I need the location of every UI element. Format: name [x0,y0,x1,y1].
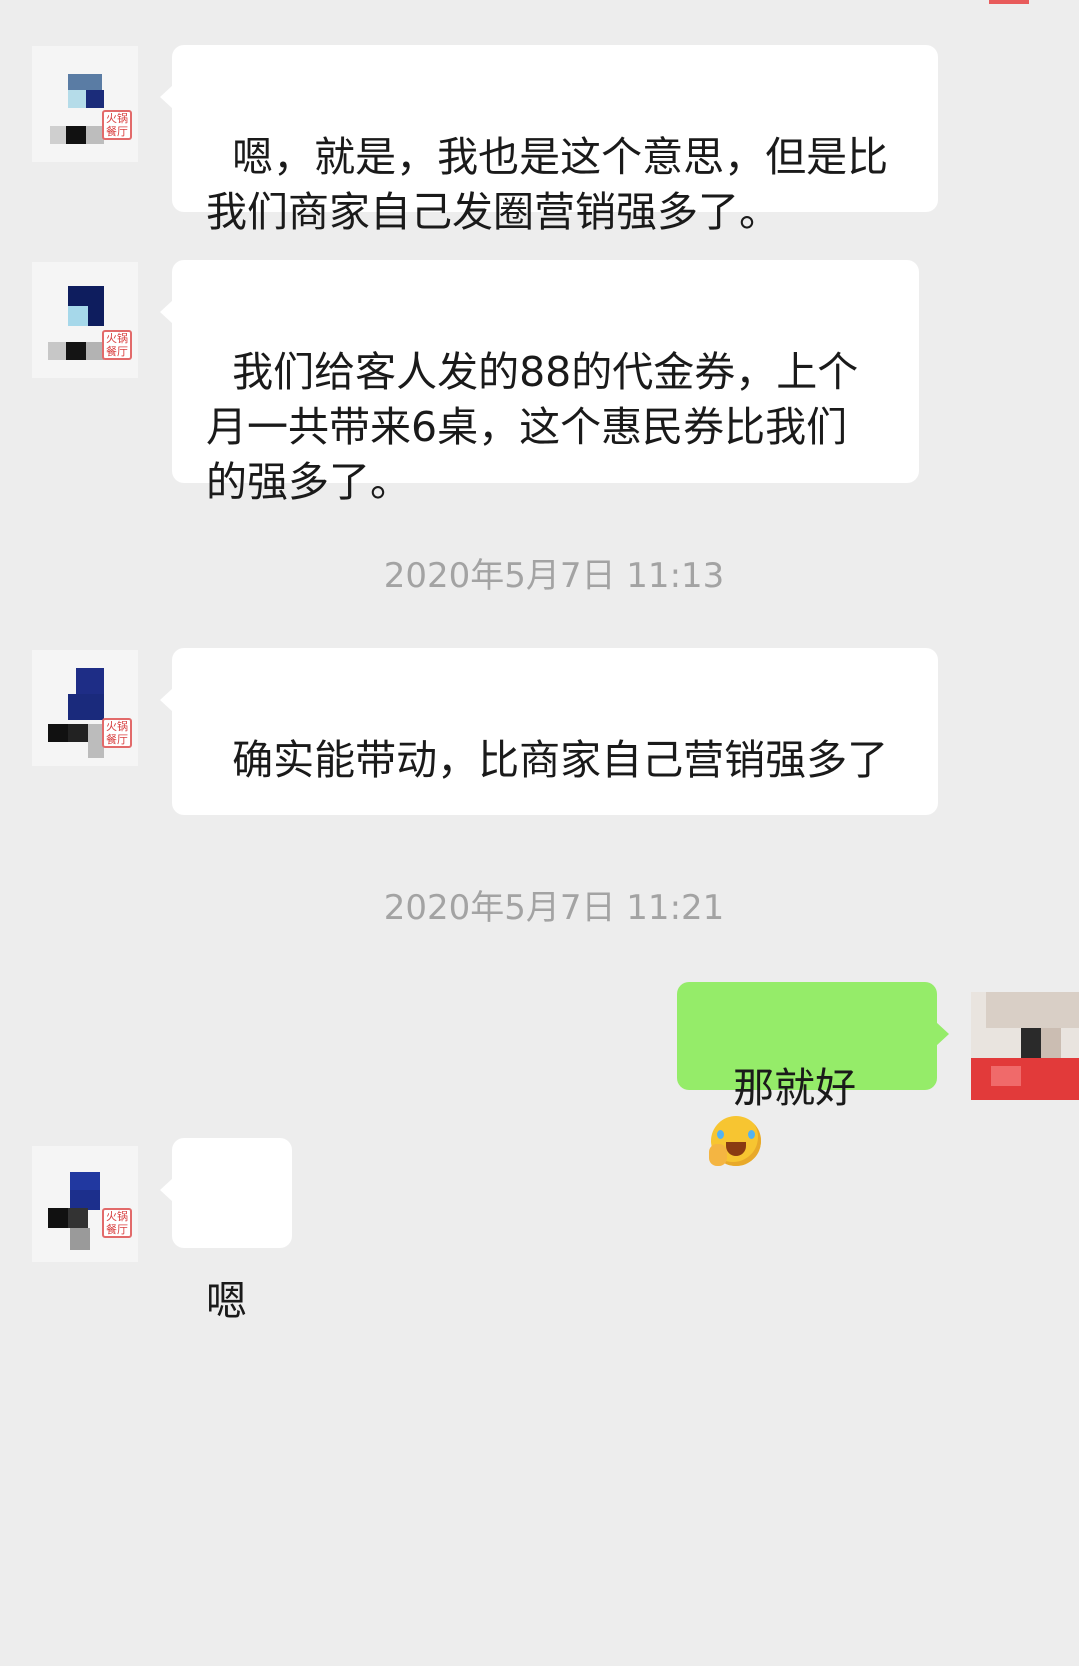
facepalm-laughing-emoji-icon [709,1116,761,1166]
message-bubble[interactable]: 我们给客人发的88的代金券，上个月一共带来6桌，这个惠民券比我们的强多了。 [160,260,919,506]
message-text: 确实能带动，比商家自己营销强多了 [232,736,889,784]
message-timestamp: 2020年5月7日 11:13 [383,556,725,596]
contact-avatar[interactable]: 火锅 餐厅 [32,262,138,378]
message-bubble-outgoing[interactable]: 那就好 [677,982,949,1166]
message-text: 我们给客人发的88的代金券，上个月一共带来6桌，这个惠民券比我们的强多了。 [206,348,859,506]
contact-avatar[interactable]: 火锅 餐厅 [32,1146,138,1262]
my-avatar[interactable] [971,992,1079,1100]
restaurant-logo-icon: 火锅 餐厅 [102,1208,132,1238]
message-timestamp: 2020年5月7日 11:21 [383,888,725,928]
message-bubble[interactable]: 嗯 [160,1138,292,1325]
restaurant-logo-icon: 火锅 餐厅 [102,718,132,748]
restaurant-logo-icon: 火锅 餐厅 [102,110,132,140]
message-bubble[interactable]: 确实能带动，比商家自己营销强多了 [160,648,938,815]
message-bubble[interactable]: 嗯，就是，我也是这个意思，但是比我们商家自己发圈营销强多了。 [160,45,938,236]
restaurant-logo-icon: 火锅 餐厅 [102,330,132,360]
contact-avatar[interactable]: 火锅 餐厅 [32,650,138,766]
message-text: 嗯 [206,1277,247,1325]
message-text: 那就好 [733,1064,857,1112]
top-edge-decoration [989,0,1029,4]
message-text: 嗯，就是，我也是这个意思，但是比我们商家自己发圈营销强多了。 [206,133,889,236]
contact-avatar[interactable]: 火锅 餐厅 [32,46,138,162]
